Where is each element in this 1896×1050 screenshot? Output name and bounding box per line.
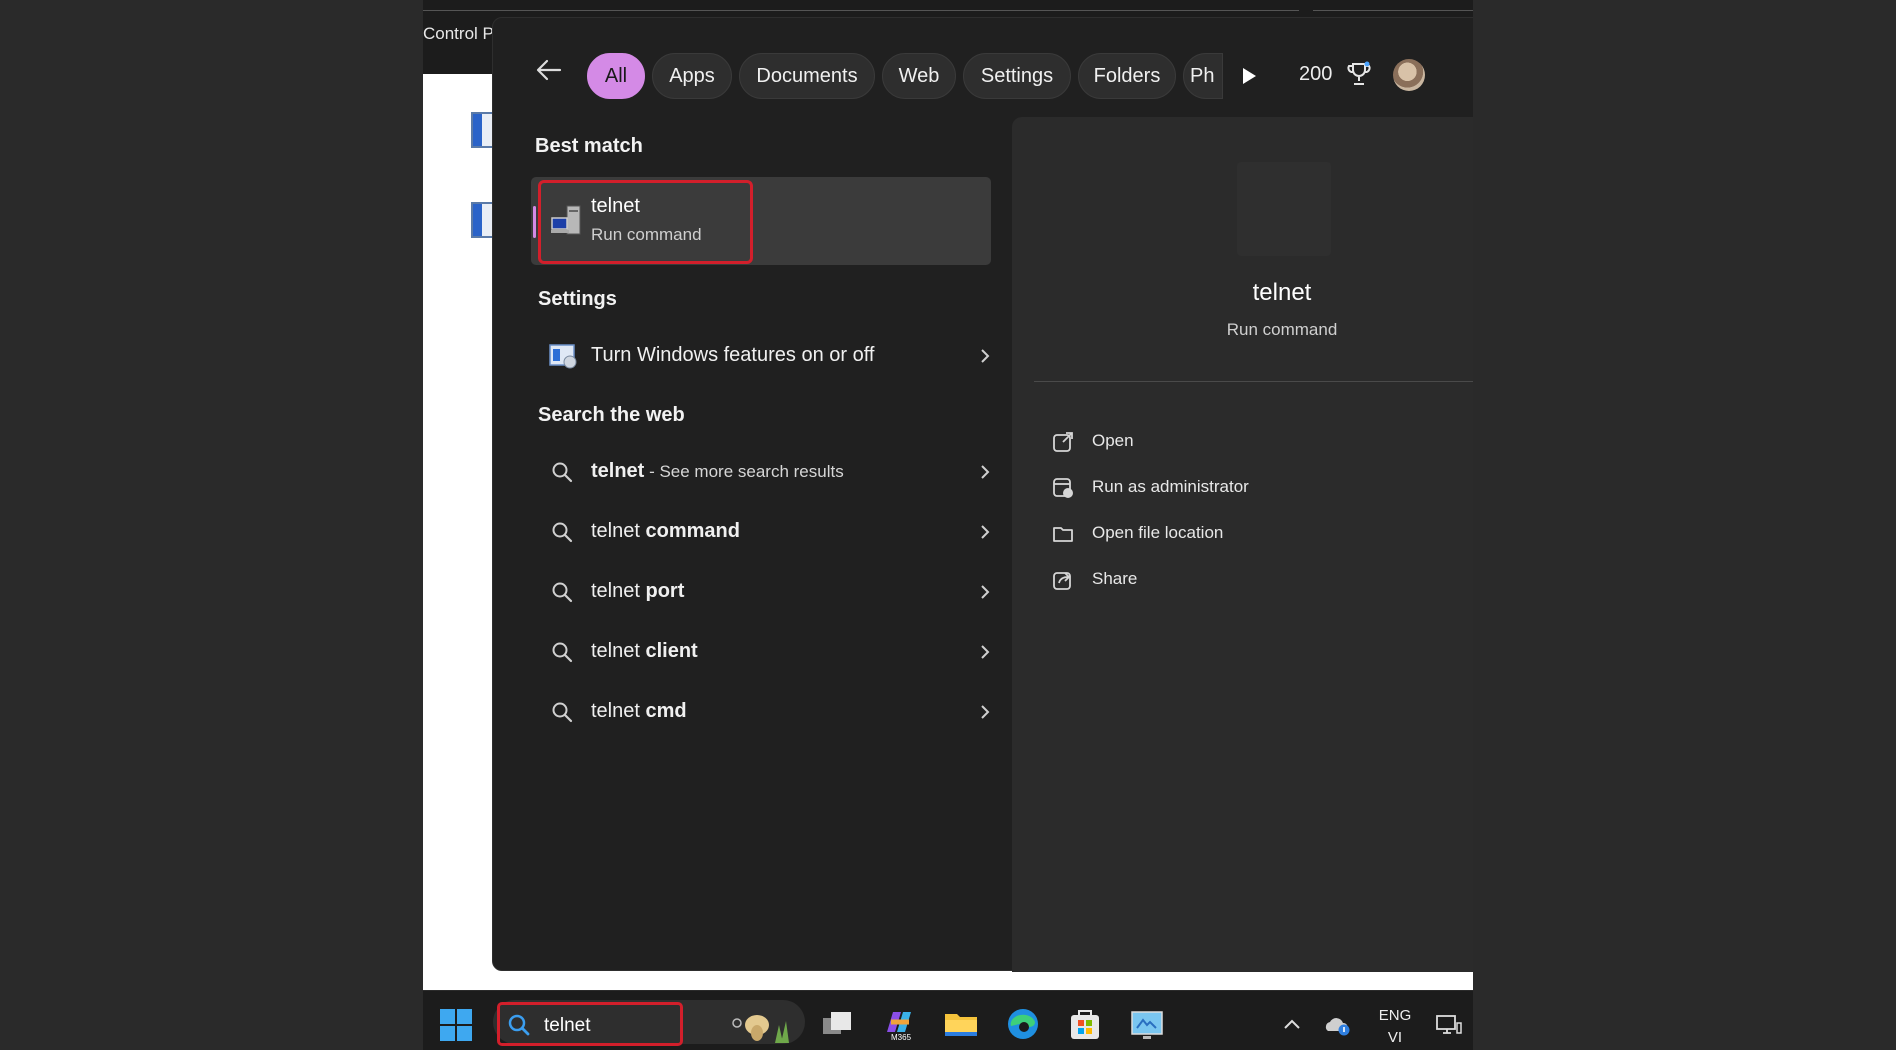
chevron-right-icon[interactable]: [978, 583, 992, 601]
search-icon: [551, 701, 573, 723]
folder-icon: [1052, 523, 1074, 545]
search-icon: [507, 1013, 531, 1037]
windows-start-icon[interactable]: [439, 1008, 473, 1042]
search-web-header: Search the web: [538, 404, 685, 426]
search-icon: [551, 521, 573, 543]
shield-admin-icon: [1052, 477, 1074, 499]
network-monitor-icon[interactable]: [1435, 1013, 1463, 1037]
filter-chip-documents[interactable]: Documents: [739, 53, 875, 99]
filter-chip-apps[interactable]: Apps: [652, 53, 732, 99]
web-result-item[interactable]: telnet cmd: [531, 686, 991, 738]
m365-label: M365: [891, 1033, 912, 1042]
web-result-label: telnet command: [591, 520, 740, 542]
action-share[interactable]: Share: [1052, 561, 1352, 597]
task-view-icon[interactable]: [819, 1006, 855, 1042]
chevron-right-icon[interactable]: [978, 463, 992, 481]
filter-chip-folders[interactable]: Folders: [1078, 53, 1176, 99]
action-label: Run as administrator: [1092, 477, 1249, 496]
best-match-title: telnet: [591, 195, 640, 217]
taskbar: telnet M365 ENG VI: [423, 990, 1473, 1050]
action-open-file-location[interactable]: Open file location: [1052, 515, 1352, 551]
onedrive-cloud-icon[interactable]: [1323, 1013, 1351, 1037]
filter-bar: All Apps Documents Web Settings Folders …: [493, 18, 1473, 114]
control-panel-title: Control P: [423, 24, 494, 43]
filter-chip-all[interactable]: All: [587, 53, 645, 99]
web-result-label: telnet - See more search results: [591, 460, 844, 482]
web-result-label: telnet client: [591, 640, 698, 662]
user-avatar[interactable]: [1393, 59, 1425, 91]
preview-divider: [1034, 381, 1473, 382]
settings-result-label: Turn Windows features on or off: [591, 344, 875, 366]
action-open[interactable]: Open: [1052, 423, 1352, 459]
preview-subtitle: Run command: [1226, 320, 1338, 339]
search-icon: [551, 581, 573, 603]
chevron-right-icon[interactable]: [978, 347, 992, 365]
back-arrow-icon[interactable]: [535, 56, 563, 84]
trophy-icon[interactable]: [1345, 60, 1373, 88]
action-label: Share: [1092, 569, 1138, 588]
search-input[interactable]: telnet: [544, 1015, 590, 1037]
filter-chip-web[interactable]: Web: [882, 53, 956, 99]
filter-chip-photos[interactable]: Ph: [1183, 53, 1223, 99]
settings-header: Settings: [538, 288, 617, 310]
search-highlights-illustration-icon[interactable]: [729, 1009, 793, 1045]
file-explorer-icon[interactable]: [943, 1006, 979, 1042]
web-result-label: telnet cmd: [591, 700, 687, 722]
scroll-filters-play-icon[interactable]: [1239, 66, 1259, 86]
search-icon: [551, 461, 573, 483]
action-label: Open: [1092, 431, 1134, 450]
m365-copilot-icon[interactable]: M365: [881, 1006, 917, 1042]
remote-desktop-icon[interactable]: [1129, 1006, 1165, 1042]
rewards-points: 200: [1299, 63, 1333, 85]
search-icon: [551, 641, 573, 663]
show-hidden-icons-chevron-icon[interactable]: [1283, 1017, 1301, 1031]
titlebar-divider: [1313, 10, 1473, 11]
chevron-right-icon[interactable]: [978, 643, 992, 661]
action-label: Open file location: [1092, 523, 1224, 542]
edge-browser-icon[interactable]: [1005, 1006, 1041, 1042]
desktop-screen: Control P All Apps Documents Web Setting…: [423, 0, 1473, 1050]
microsoft-store-icon[interactable]: [1067, 1006, 1103, 1042]
best-match-subtitle: Run command: [591, 225, 702, 244]
filter-chip-settings[interactable]: Settings: [963, 53, 1071, 99]
open-external-icon: [1052, 431, 1074, 453]
web-result-item[interactable]: telnet command: [531, 506, 991, 558]
preview-pane: telnet Run command Open Run as administr…: [1012, 117, 1473, 972]
web-result-item[interactable]: telnet client: [531, 626, 991, 678]
search-flyout: All Apps Documents Web Settings Folders …: [492, 17, 1473, 972]
language-indicator[interactable]: ENG: [1375, 1007, 1415, 1024]
telnet-app-icon: [550, 204, 582, 238]
share-icon: [1052, 569, 1074, 591]
settings-result-windows-features[interactable]: Turn Windows features on or off: [531, 330, 991, 382]
best-match-header: Best match: [535, 135, 643, 157]
web-result-item[interactable]: telnet port: [531, 566, 991, 618]
chevron-right-icon[interactable]: [978, 523, 992, 541]
preview-title: telnet: [1252, 279, 1312, 306]
chevron-right-icon[interactable]: [978, 703, 992, 721]
web-result-label: telnet port: [591, 580, 685, 602]
input-method-indicator[interactable]: VI: [1375, 1029, 1415, 1046]
windows-features-icon: [549, 343, 577, 369]
web-result-item[interactable]: telnet - See more search results: [531, 446, 991, 498]
selection-accent-bar: [533, 206, 536, 238]
action-run-as-administrator[interactable]: Run as administrator: [1052, 469, 1352, 505]
more-options-icon[interactable]: ·: [1471, 64, 1473, 89]
titlebar-divider: [423, 10, 1299, 11]
app-preview-icon: [1237, 162, 1331, 256]
